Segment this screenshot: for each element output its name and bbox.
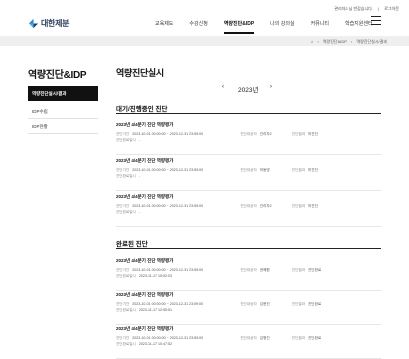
target-label: 진단대상자 bbox=[240, 204, 257, 208]
menu-icon[interactable] bbox=[371, 16, 381, 25]
result-label: 진단결과 bbox=[291, 336, 305, 340]
breadcrumb-sep: › bbox=[350, 38, 353, 44]
completed-label: 진단완료일시 bbox=[116, 274, 136, 278]
page-title: 역량진단실시 bbox=[116, 68, 164, 78]
pending-section-title: 대기/진행중인 진단 bbox=[116, 106, 168, 113]
completed-label: 진단완료일시 bbox=[116, 174, 136, 178]
assessment-meta-row: 진단완료일시 - bbox=[116, 209, 381, 215]
breadcrumb-sep: › bbox=[317, 38, 319, 44]
assessment-meta-row: 진단완료일시 2023-11-17 12:55:51 bbox=[116, 307, 381, 313]
assessment-title[interactable]: 2023년 4/4분기 진단 역량평가 bbox=[116, 326, 381, 332]
target-label: 진단대상자 bbox=[240, 268, 257, 272]
logout-link[interactable]: 로그아웃 bbox=[384, 6, 399, 11]
main-nav: 교육제도 수강신청 역량진단&IDP 나의 강의실 커뮤니티 학습지원센터 bbox=[150, 20, 373, 34]
logo-mark-icon bbox=[28, 18, 39, 29]
assessment-meta-row: 진단완료일시 - bbox=[116, 137, 381, 143]
assessment-title[interactable]: 2023년 4/4분기 진단 역량평가 bbox=[116, 158, 381, 164]
home-icon[interactable]: ⌂ bbox=[311, 39, 313, 44]
nav-competency-idp[interactable]: 역량진단&IDP bbox=[223, 20, 255, 34]
logo-text: 대한제분 bbox=[41, 19, 70, 28]
nav-my-classroom[interactable]: 나의 강의실 bbox=[270, 20, 294, 27]
completed-value: 2023-11-17 12:55:51 bbox=[138, 308, 172, 312]
user-greeting: 관리자2 님 반갑습니다. bbox=[334, 6, 373, 11]
item-divider bbox=[116, 154, 381, 155]
result-value: 진단완료 bbox=[308, 302, 322, 306]
period-value: 2023-10-01 00:00:00 ~ 2023-12-31 23:59:0… bbox=[132, 168, 204, 172]
assessment-item[interactable]: 2023년 4/4분기 진단 역량평가 진단기간 2023-10-01 00:00:… bbox=[116, 158, 381, 179]
next-year-button[interactable]: › bbox=[270, 84, 272, 90]
completed-value: - bbox=[138, 210, 141, 214]
done-section-title: 완료된 진단 bbox=[116, 241, 148, 248]
target-value: 김현진 bbox=[259, 302, 270, 306]
breadcrumb-item[interactable]: 역량진단&IDP bbox=[323, 39, 347, 44]
result-value: 진단완료 bbox=[308, 268, 322, 272]
section-divider bbox=[116, 248, 381, 249]
breadcrumb-current: 역량진단실시/결과 bbox=[356, 38, 387, 44]
item-divider bbox=[116, 190, 381, 191]
assessment-title[interactable]: 2023년 4/4분기 진단 역량평가 bbox=[116, 292, 381, 298]
year-label: 2023년 bbox=[238, 87, 259, 94]
sidebar-item-assessment[interactable]: 역량진단실시/결과 bbox=[28, 86, 98, 101]
target-value: 허동영 bbox=[259, 168, 270, 172]
result-value: 진단완료 bbox=[308, 336, 322, 340]
assessment-meta-row: 진단완료일시 2023-11-17 15:52:03 bbox=[116, 273, 381, 279]
logo[interactable]: 대한제분 bbox=[28, 18, 70, 29]
completed-value: 2023-11-17 15:52:03 bbox=[138, 274, 172, 278]
result-label: 진단결과 bbox=[291, 168, 305, 172]
result-value: 미진단 bbox=[308, 132, 318, 136]
assessment-item[interactable]: 2023년 4/4분기 진단 역량평가 진단기간 2023-10-01 00:00:… bbox=[116, 122, 381, 143]
nav-community[interactable]: 커뮤니티 bbox=[311, 20, 329, 27]
assessment-title[interactable]: 2023년 4/4분기 진단 역량평가 bbox=[116, 194, 381, 200]
assessment-item[interactable]: 2023년 4/4분기 진단 역량평가 진단기간 2023-10-01 00:00:… bbox=[116, 258, 381, 279]
assessment-meta-row: 진단완료일시 - bbox=[116, 173, 381, 179]
target-label: 진단대상자 bbox=[240, 336, 257, 340]
target-label: 진단대상자 bbox=[240, 168, 257, 172]
nav-education-system[interactable]: 교육제도 bbox=[155, 20, 173, 27]
result-value: 미진단 bbox=[308, 168, 318, 172]
result-label: 진단결과 bbox=[291, 204, 305, 208]
assessment-title[interactable]: 2023년 4/4분기 진단 역량평가 bbox=[116, 122, 381, 128]
target-label: 진단대상자 bbox=[240, 302, 257, 306]
target-label: 진단대상자 bbox=[240, 132, 257, 136]
nav-learning-support[interactable]: 학습지원센터 bbox=[345, 20, 373, 27]
result-value: 미진단 bbox=[308, 204, 318, 208]
completed-value: - bbox=[138, 174, 141, 178]
period-value: 2023-10-01 00:00:00 ~ 2023-12-31 23:59:0… bbox=[132, 132, 204, 136]
result-label: 진단결과 bbox=[291, 132, 305, 136]
period-value: 2023-10-01 00:00:00 ~ 2023-12-31 23:59:0… bbox=[132, 204, 204, 208]
completed-label: 진단완료일시 bbox=[116, 138, 136, 142]
nav-course-registration[interactable]: 수강신청 bbox=[189, 20, 207, 27]
target-value: 관리자2 bbox=[259, 204, 272, 208]
breadcrumb: ⌂ › 역량진단&IDP › 역량진단실시/결과 bbox=[308, 39, 387, 45]
utility-links: 관리자2 님 반갑습니다. | 로그아웃 bbox=[330, 6, 399, 12]
assessment-item[interactable]: 2023년 4/4분기 진단 역량평가 진단기간 2023-10-01 00:00:… bbox=[116, 292, 381, 313]
assessment-item[interactable]: 2023년 4/4분기 진단 역량평가 진단기간 2023-10-01 00:00:… bbox=[116, 326, 381, 347]
item-divider bbox=[116, 226, 381, 227]
sidebar-title: 역량진단&IDP bbox=[28, 70, 87, 81]
assessment-meta-row: 진단완료일시 2023-11-17 10:47:52 bbox=[116, 341, 381, 347]
target-value: 관리자2 bbox=[259, 132, 272, 136]
prev-year-button[interactable]: ‹ bbox=[222, 84, 224, 90]
assessment-title[interactable]: 2023년 4/4분기 진단 역량평가 bbox=[116, 258, 381, 264]
completed-label: 진단완료일시 bbox=[116, 210, 136, 214]
result-label: 진단결과 bbox=[291, 268, 305, 272]
assessment-item[interactable]: 2023년 4/4분기 진단 역량평가 진단기간 2023-10-01 00:00:… bbox=[116, 194, 381, 215]
completed-label: 진단완료일시 bbox=[116, 308, 136, 312]
item-divider bbox=[116, 290, 381, 291]
target-value: 김형진 bbox=[259, 336, 270, 340]
completed-value: 2023-11-17 10:47:52 bbox=[138, 342, 172, 346]
completed-label: 진단완료일시 bbox=[116, 342, 136, 346]
separator: | bbox=[378, 6, 380, 11]
sidebar-item-idp-plan[interactable]: IDP수립 bbox=[28, 104, 98, 119]
result-label: 진단결과 bbox=[291, 302, 305, 306]
item-divider bbox=[116, 324, 381, 325]
sidebar-item-idp-status[interactable]: IDP현황 bbox=[28, 119, 98, 134]
target-value: 권혜원 bbox=[259, 268, 270, 272]
completed-value: - bbox=[138, 138, 141, 142]
section-divider bbox=[116, 113, 381, 114]
